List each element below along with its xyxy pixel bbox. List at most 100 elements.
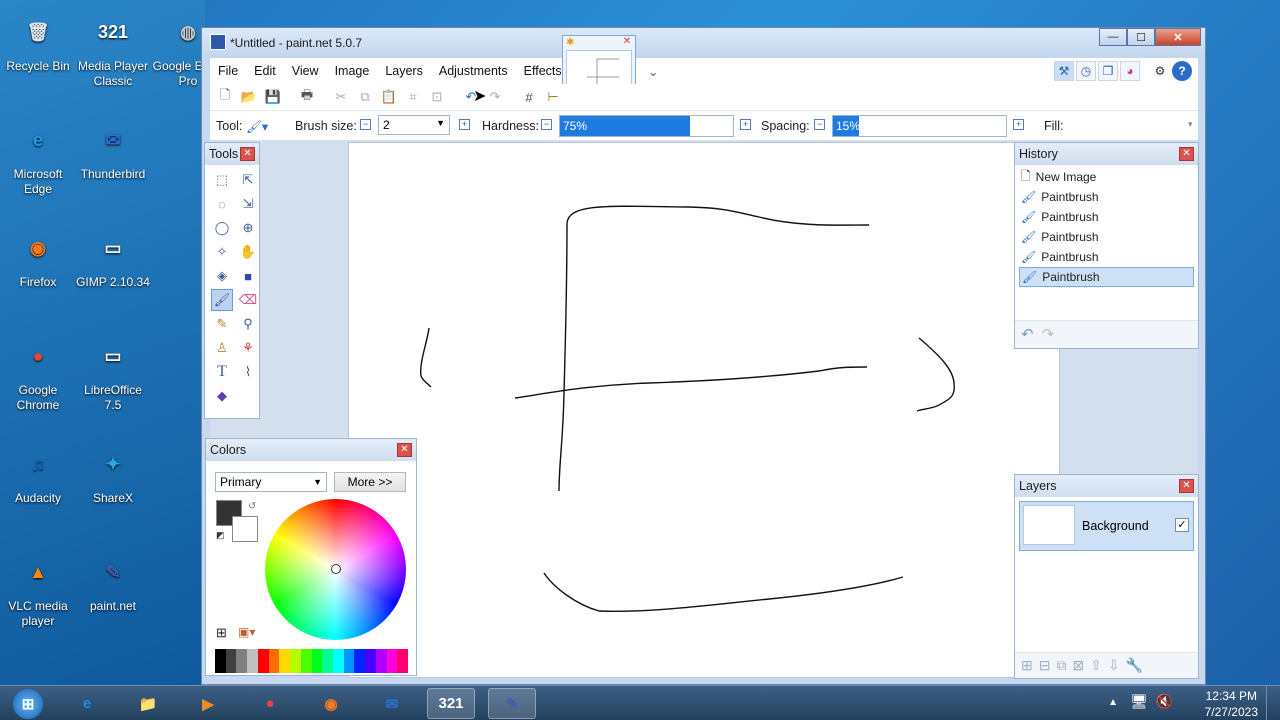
move-layer-up-icon[interactable]: ⇪ bbox=[1090, 657, 1102, 674]
palette-swatch[interactable] bbox=[257, 649, 269, 673]
merge-layer-icon[interactable]: ⊠ bbox=[1072, 657, 1084, 674]
desktop-icon[interactable]: ✉ Thunderbird bbox=[75, 116, 151, 182]
secondary-color-swatch[interactable] bbox=[232, 516, 258, 542]
history-item[interactable]: 🖌 Paintbrush bbox=[1019, 247, 1194, 267]
help-icon[interactable]: ? bbox=[1172, 61, 1192, 81]
zoom-tool-icon[interactable]: ⊕ bbox=[237, 217, 259, 239]
history-item[interactable]: 🖌 Paintbrush bbox=[1019, 227, 1194, 247]
maximize-button[interactable]: ☐ bbox=[1127, 28, 1155, 46]
palette-swatch[interactable] bbox=[247, 649, 258, 673]
palette-swatch[interactable] bbox=[397, 649, 408, 673]
layers-panel-close-icon[interactable]: ✕ bbox=[1179, 479, 1194, 493]
brush-size-field[interactable]: 2 ▼ bbox=[378, 115, 450, 135]
show-hidden-icons-icon[interactable]: ▲ bbox=[1108, 695, 1118, 711]
palette-swatch[interactable] bbox=[375, 649, 387, 673]
start-button[interactable]: ⊞ bbox=[3, 688, 53, 719]
history-undo-icon[interactable]: ↶ bbox=[1021, 325, 1034, 344]
grid-icon[interactable]: # bbox=[520, 88, 538, 106]
clock[interactable]: 12:34 PM 7/27/2023 bbox=[1205, 687, 1258, 720]
history-item[interactable]: 🖌 Paintbrush bbox=[1019, 187, 1194, 207]
copy-icon[interactable]: ⧉ bbox=[356, 88, 374, 106]
palette-swatch[interactable] bbox=[386, 649, 398, 673]
taskbar-explorer-icon[interactable]: 📁 bbox=[124, 688, 172, 719]
color-wheel[interactable] bbox=[265, 499, 406, 640]
taskbar-thunderbird-icon[interactable]: ✉ bbox=[368, 688, 416, 719]
eraser-tool-icon[interactable]: ⌫ bbox=[237, 289, 259, 311]
colors-toggle-icon[interactable]: ◕ bbox=[1120, 61, 1140, 81]
palette-swatch[interactable] bbox=[354, 649, 366, 673]
palette-swatch[interactable] bbox=[236, 649, 248, 673]
history-item[interactable]: 🖌 Paintbrush bbox=[1019, 207, 1194, 227]
palette-swatch[interactable] bbox=[322, 649, 333, 673]
desktop-icon[interactable]: ▭ GIMP 2.10.34 bbox=[75, 224, 151, 290]
settings-gear-icon[interactable]: ⚙ bbox=[1150, 61, 1170, 81]
palette-swatch[interactable] bbox=[311, 649, 323, 673]
spacing-slider[interactable]: 15% bbox=[832, 115, 1007, 137]
layer-properties-icon[interactable]: 🔧 bbox=[1126, 657, 1143, 674]
move-layer-down-icon[interactable]: ⇩ bbox=[1108, 657, 1120, 674]
desktop-icon[interactable]: 🗑 Recycle Bin bbox=[0, 8, 76, 74]
tools-panel-header[interactable]: Tools ✕ bbox=[205, 143, 259, 165]
duplicate-layer-icon[interactable]: ⧉ bbox=[1056, 657, 1066, 674]
tools-toggle-icon[interactable]: ⚒ bbox=[1054, 61, 1074, 81]
palette-swatch[interactable] bbox=[332, 649, 344, 673]
paste-icon[interactable]: 📋 bbox=[380, 88, 398, 106]
cut-icon[interactable]: ✂ bbox=[332, 88, 350, 106]
menu-image[interactable]: Image bbox=[327, 64, 378, 78]
network-icon[interactable]: 🖥 bbox=[1130, 693, 1148, 709]
clone-stamp-tool-icon[interactable]: ♙ bbox=[211, 337, 233, 359]
paintbrush-tool-icon[interactable]: 🖌 bbox=[211, 289, 233, 311]
lasso-select-tool-icon[interactable]: ◌ bbox=[211, 193, 233, 215]
history-panel-header[interactable]: History ✕ bbox=[1015, 143, 1198, 165]
pan-tool-icon[interactable]: ✋ bbox=[237, 241, 259, 263]
reset-colors-icon[interactable]: ◩ bbox=[216, 530, 225, 541]
print-icon[interactable]: 🖶 bbox=[298, 87, 316, 106]
palette-swatch[interactable] bbox=[279, 649, 291, 673]
paint-bucket-tool-icon[interactable]: ◈ bbox=[211, 265, 233, 287]
desktop-icon[interactable]: ✎ paint.net bbox=[75, 548, 151, 614]
shapes-tool-icon[interactable]: ◆ bbox=[211, 385, 233, 407]
new-file-icon[interactable]: 🗋 bbox=[216, 87, 234, 106]
palette-swatch[interactable] bbox=[268, 649, 280, 673]
taskbar-ie-icon[interactable]: e bbox=[63, 688, 111, 719]
desktop-icon[interactable]: ✦ ShareX bbox=[75, 440, 151, 506]
desktop-icon[interactable]: e Microsoft Edge bbox=[0, 116, 76, 197]
deselect-icon[interactable]: ⊡ bbox=[428, 88, 446, 106]
ruler-icon[interactable]: ⊢ bbox=[544, 88, 562, 106]
menu-edit[interactable]: Edit bbox=[246, 64, 284, 78]
desktop-icon[interactable]: ▭ LibreOffice 7.5 bbox=[75, 332, 151, 413]
add-layer-icon[interactable]: ⊞ bbox=[1021, 657, 1033, 674]
palette-swatch[interactable] bbox=[365, 649, 376, 673]
taskbar-media-icon[interactable]: ▶ bbox=[184, 688, 232, 719]
desktop-icon[interactable]: 321 Media Player Classic bbox=[75, 8, 151, 89]
layer-visibility-checkbox[interactable]: ✓ bbox=[1175, 518, 1189, 532]
spacing-decrease-button[interactable]: − bbox=[814, 119, 825, 130]
taskbar-mpc-icon[interactable]: 321 bbox=[427, 688, 475, 719]
palette-swatch[interactable] bbox=[343, 649, 355, 673]
text-tool-icon[interactable]: T bbox=[211, 361, 233, 383]
menu-view[interactable]: View bbox=[284, 64, 327, 78]
brush-size-decrease-button[interactable]: − bbox=[360, 119, 371, 130]
drawing-canvas[interactable] bbox=[348, 142, 1060, 678]
history-item-selected[interactable]: 🖌 Paintbrush bbox=[1019, 267, 1194, 287]
save-icon[interactable]: 💾 bbox=[264, 88, 282, 106]
palette-swatch[interactable] bbox=[215, 649, 226, 673]
add-palette-color-icon[interactable]: ⊞ bbox=[216, 625, 227, 641]
rectangle-select-tool-icon[interactable]: ⬚ bbox=[211, 169, 233, 191]
hardness-slider[interactable]: 75% bbox=[559, 115, 734, 137]
window-titlebar[interactable]: *Untitled - paint.net 5.0.7 — ☐ ✕ bbox=[202, 28, 1205, 57]
color-wheel-handle[interactable] bbox=[331, 564, 341, 574]
minimize-button[interactable]: — bbox=[1099, 28, 1127, 46]
options-overflow-icon[interactable]: ▾ bbox=[1188, 119, 1193, 130]
taskbar-firefox-icon[interactable]: ◉ bbox=[307, 688, 355, 719]
magic-wand-tool-icon[interactable]: ✧ bbox=[211, 241, 233, 263]
desktop-icon[interactable]: ♫ Audacity bbox=[0, 440, 76, 506]
open-file-icon[interactable]: 📂 bbox=[240, 88, 258, 106]
history-panel-close-icon[interactable]: ✕ bbox=[1179, 147, 1194, 161]
hardness-decrease-button[interactable]: − bbox=[541, 119, 552, 130]
thumbnail-close-icon[interactable]: ✕ bbox=[623, 36, 631, 47]
colors-panel-close-icon[interactable]: ✕ bbox=[397, 443, 412, 457]
show-desktop-button[interactable] bbox=[1266, 686, 1280, 720]
desktop-icon[interactable]: ◉ Firefox bbox=[0, 224, 76, 290]
layers-toggle-icon[interactable]: ❐ bbox=[1098, 61, 1118, 81]
